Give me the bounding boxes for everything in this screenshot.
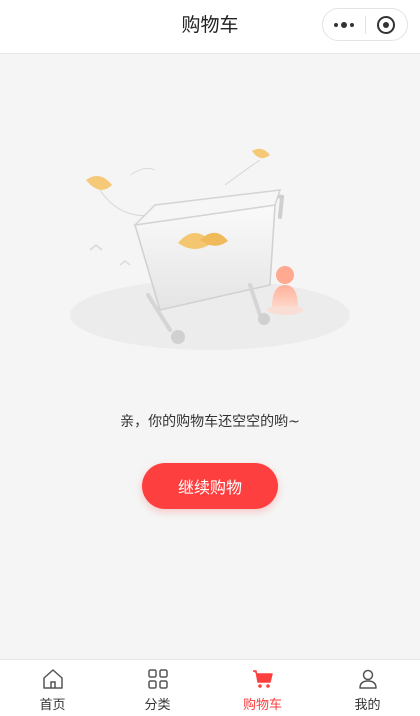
- bottom-tab-bar: 首页 分类 购物车 我的: [0, 659, 420, 716]
- profile-icon: [358, 669, 377, 689]
- cart-empty-state: 亲，你的购物车还空空的哟~ 继续购物: [0, 55, 420, 659]
- close-miniprogram-button[interactable]: [366, 9, 408, 40]
- empty-cart-message: 亲，你的购物车还空空的哟~: [120, 414, 300, 430]
- home-icon: [42, 669, 63, 689]
- tab-profile[interactable]: 我的: [315, 660, 420, 716]
- continue-shopping-button[interactable]: 继续购物: [142, 463, 278, 509]
- tab-label-profile: 我的: [354, 698, 381, 713]
- tab-cart[interactable]: 购物车: [210, 660, 315, 716]
- tab-home[interactable]: 首页: [0, 660, 105, 716]
- empty-cart-illustration: [70, 148, 350, 350]
- target-circle-icon: [377, 15, 396, 34]
- tab-label-home: 首页: [39, 698, 66, 713]
- cart-icon: [252, 670, 273, 688]
- more-menu-button[interactable]: [323, 9, 365, 40]
- more-dots-icon: [333, 21, 354, 28]
- category-grid-icon: [147, 669, 168, 689]
- tab-category[interactable]: 分类: [105, 660, 210, 716]
- navigation-bar: 购物车: [0, 0, 420, 54]
- tab-label-category: 分类: [144, 698, 171, 713]
- tab-label-cart: 购物车: [242, 698, 282, 713]
- mini-program-capsule: [322, 8, 408, 41]
